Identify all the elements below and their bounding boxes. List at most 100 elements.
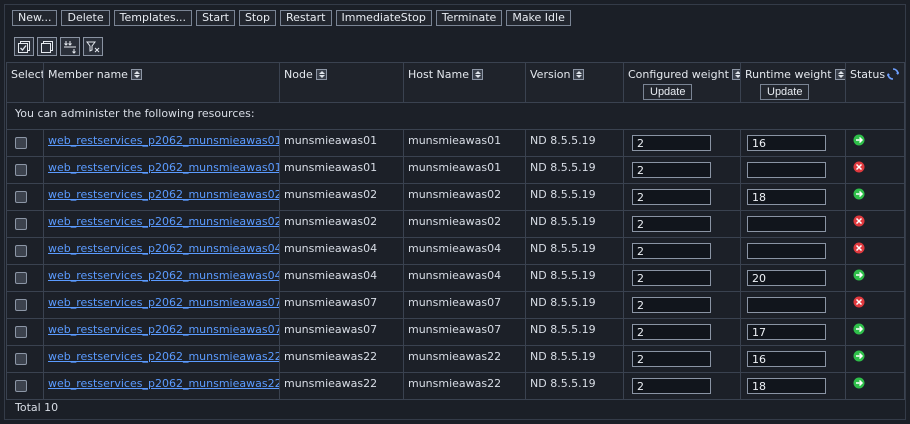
runtime-weight-cell [740, 210, 846, 238]
runtime-weight-input[interactable] [747, 324, 826, 340]
make-idle-button[interactable]: Make Idle [506, 10, 571, 26]
member-cell: web_restservices_p2062_munsmieawas04 [43, 237, 280, 265]
configured-weight-input[interactable] [632, 270, 711, 286]
configured-weight-input[interactable] [632, 243, 711, 259]
deselect-all-icon[interactable] [37, 37, 57, 56]
runtime-weight-cell [740, 318, 846, 346]
row-checkbox[interactable] [15, 353, 27, 365]
member-link[interactable]: web_restservices_p2062_munsmieawas07 [48, 296, 279, 309]
configured-weight-input[interactable] [632, 162, 711, 178]
select-all-icon[interactable] [14, 37, 34, 56]
configured-weight-cell [623, 264, 741, 292]
configured-weight-cell [623, 156, 741, 184]
member-link[interactable]: web_restservices_p2062_munsmieawas02_1 [48, 215, 279, 228]
row-checkbox[interactable] [15, 272, 27, 284]
member-cell: web_restservices_p2062_munsmieawas01_1 [43, 156, 280, 184]
start-button[interactable]: Start [196, 10, 235, 26]
node-column-header: Node [279, 62, 404, 103]
update-configured-weight-button[interactable]: Update [643, 84, 693, 100]
member-link[interactable]: web_restservices_p2062_munsmieawas22 [48, 350, 279, 363]
update-runtime-weight-button[interactable]: Update [760, 84, 810, 100]
sort-node-icon[interactable] [315, 69, 327, 80]
table-row: web_restservices_p2062_munsmieawas04 muns… [6, 237, 905, 265]
table-row: web_restservices_p2062_munsmieawas07 muns… [6, 291, 905, 319]
configured-weight-input[interactable] [632, 135, 711, 151]
runtime-weight-input[interactable] [747, 378, 826, 394]
select-cell [6, 264, 44, 292]
status-cell [845, 264, 905, 292]
member-cell: web_restservices_p2062_munsmieawas02_1 [43, 210, 280, 238]
node-cell: munsmieawas01 [279, 156, 404, 184]
select-header-label: Select [11, 68, 44, 81]
sort-host-icon[interactable] [472, 69, 483, 80]
table-row: web_restservices_p2062_munsmieawas01 muns… [6, 129, 905, 157]
runtime-weight-input[interactable] [747, 162, 826, 178]
host-cell: munsmieawas04 [403, 264, 526, 292]
admin-message: You can administer the following resourc… [6, 102, 905, 130]
member-link[interactable]: web_restservices_p2062_munsmieawas02 [48, 188, 279, 201]
delete-button[interactable]: Delete [61, 10, 110, 26]
status-started-icon [853, 323, 865, 335]
stop-button[interactable]: Stop [238, 10, 276, 26]
table-row: web_restservices_p2062_munsmieawas04_1 mu… [6, 264, 905, 292]
row-checkbox[interactable] [15, 191, 27, 203]
sort-runtime-weight-icon[interactable] [834, 69, 845, 80]
status-column-header: Status [845, 62, 905, 103]
clear-filter-icon[interactable] [83, 37, 103, 56]
runtime-weight-input[interactable] [747, 270, 826, 286]
restart-button[interactable]: Restart [279, 10, 332, 26]
sort-version-icon[interactable] [573, 69, 585, 80]
row-checkbox[interactable] [15, 137, 27, 149]
table-row: web_restservices_p2062_munsmieawas01_1 mu… [6, 156, 905, 184]
runtime-weight-input[interactable] [747, 297, 826, 313]
member-link[interactable]: web_restservices_p2062_munsmieawas22_1 [48, 377, 279, 390]
row-checkbox[interactable] [15, 164, 27, 176]
configured-weight-input[interactable] [632, 216, 711, 232]
sort-configured-weight-icon[interactable] [731, 69, 740, 80]
runtime-weight-input[interactable] [747, 351, 826, 367]
status-stopped-icon [853, 296, 865, 308]
host-cell: munsmieawas01 [403, 129, 526, 157]
version-cell: ND 8.5.5.19 [525, 291, 624, 319]
show-filter-icon[interactable] [60, 37, 80, 56]
row-checkbox[interactable] [15, 299, 27, 311]
member-cell: web_restservices_p2062_munsmieawas22 [43, 345, 280, 373]
member-link[interactable]: web_restservices_p2062_munsmieawas01 [48, 134, 279, 147]
status-cell [845, 345, 905, 373]
member-link[interactable]: web_restservices_p2062_munsmieawas01_1 [48, 161, 279, 174]
table-row: web_restservices_p2062_munsmieawas02 muns… [6, 183, 905, 211]
member-link[interactable]: web_restservices_p2062_munsmieawas04_1 [48, 269, 279, 282]
new-button[interactable]: New... [12, 10, 58, 26]
immediate-stop-button[interactable]: ImmediateStop [335, 10, 432, 26]
select-cell [6, 183, 44, 211]
host-column-header: Host Name [403, 62, 526, 103]
node-cell: munsmieawas04 [279, 237, 404, 265]
host-cell: munsmieawas04 [403, 237, 526, 265]
member-link[interactable]: web_restservices_p2062_munsmieawas07_1 [48, 323, 279, 336]
member-link[interactable]: web_restservices_p2062_munsmieawas04 [48, 242, 279, 255]
templates-button[interactable]: Templates... [113, 10, 193, 26]
version-cell: ND 8.5.5.19 [525, 183, 624, 211]
configured-weight-input[interactable] [632, 297, 711, 313]
table-row: web_restservices_p2062_munsmieawas22_1 mu… [6, 372, 905, 400]
runtime-weight-input[interactable] [747, 216, 826, 232]
runtime-weight-input[interactable] [747, 135, 826, 151]
row-checkbox[interactable] [15, 245, 27, 257]
node-cell: munsmieawas02 [279, 183, 404, 211]
configured-weight-input[interactable] [632, 324, 711, 340]
status-refresh-icon[interactable] [887, 68, 900, 83]
configured-weight-input[interactable] [632, 351, 711, 367]
row-checkbox[interactable] [15, 380, 27, 392]
runtime-weight-cell [740, 345, 846, 373]
configured-weight-cell [623, 291, 741, 319]
version-header-label: Version [530, 68, 571, 81]
sort-member-icon[interactable] [130, 69, 142, 80]
runtime-weight-input[interactable] [747, 243, 826, 259]
row-checkbox[interactable] [15, 326, 27, 338]
row-checkbox[interactable] [15, 218, 27, 230]
configured-weight-input[interactable] [632, 378, 711, 394]
runtime-weight-input[interactable] [747, 189, 826, 205]
configured-weight-input[interactable] [632, 189, 711, 205]
member-cell: web_restservices_p2062_munsmieawas22_1 [43, 372, 280, 400]
terminate-button[interactable]: Terminate [435, 10, 503, 26]
